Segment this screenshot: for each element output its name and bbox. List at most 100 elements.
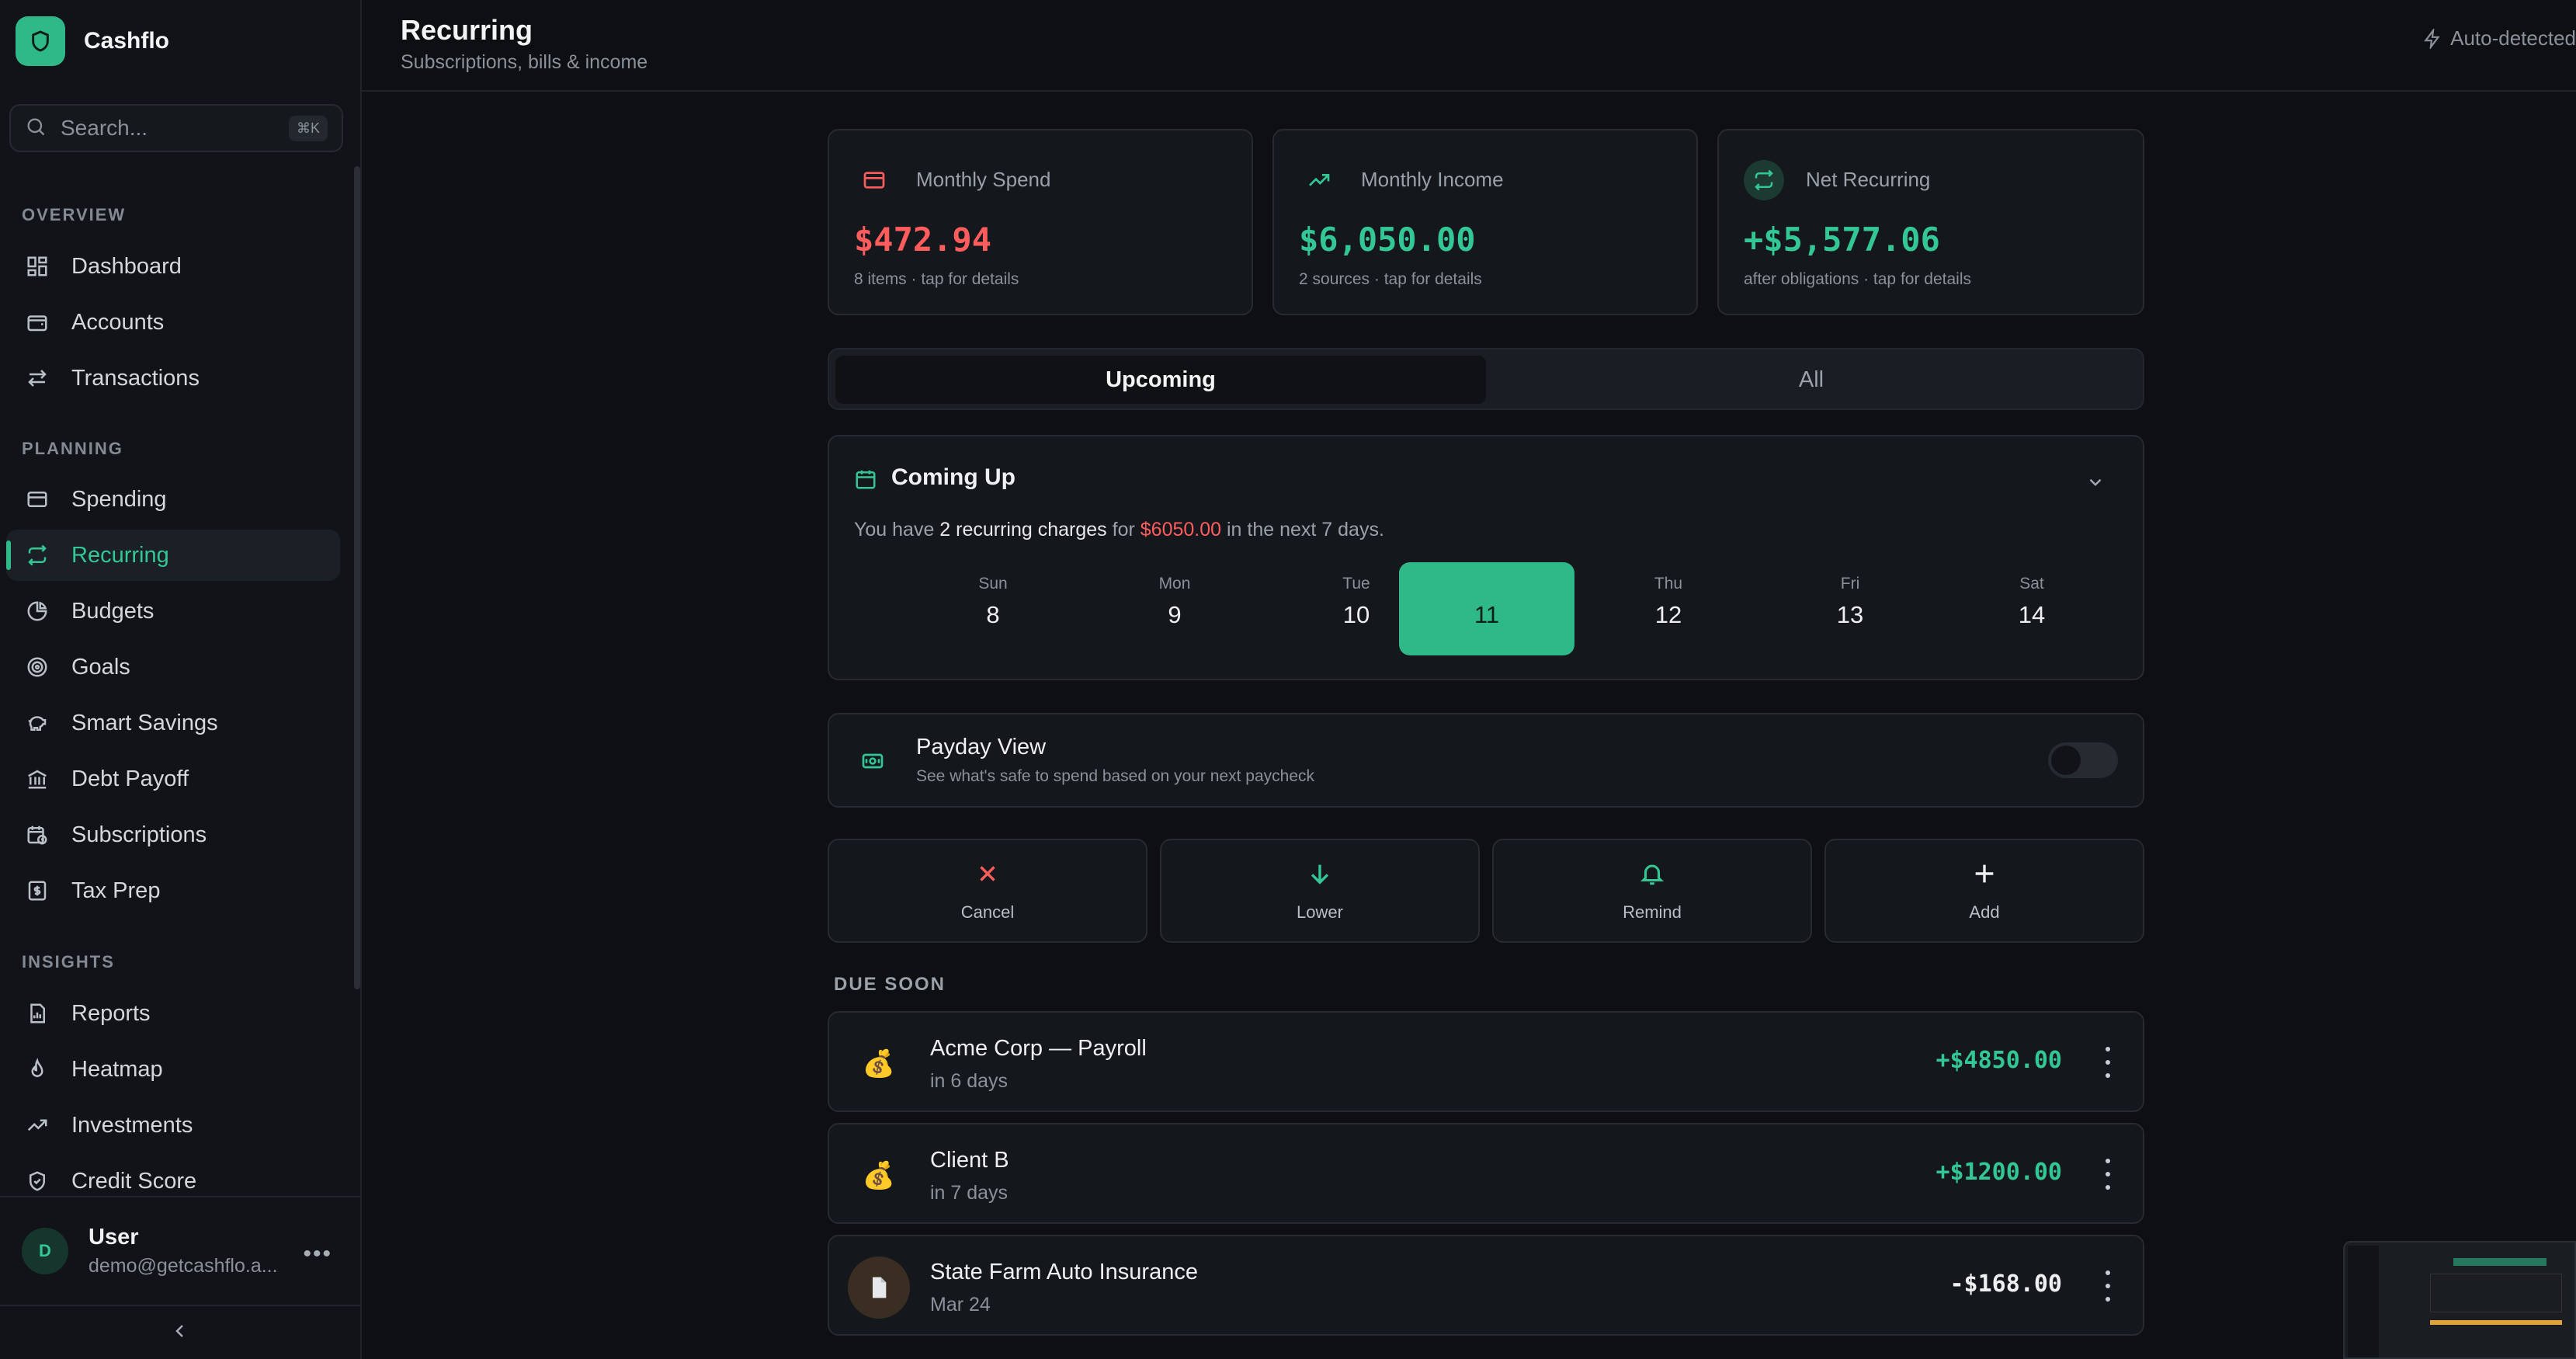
user-name: User	[89, 1225, 139, 1250]
auto-detected-badge[interactable]: Auto-detected	[2422, 26, 2576, 50]
brand[interactable]: Cashflo	[16, 16, 169, 67]
payday-subtitle: See what's safe to spend based on your n…	[916, 767, 1315, 785]
day-mon[interactable]: Mon 9	[1087, 562, 1262, 655]
sidebar-item-recurring[interactable]: Recurring	[6, 530, 340, 581]
calendar-clock-icon	[23, 821, 51, 849]
list-item[interactable]: State Farm Auto Insurance Mar 24 -$168.0…	[828, 1235, 2144, 1336]
sidebar: Cashflo Search... ⌘K OVERVIEW Dashboard …	[0, 0, 362, 1359]
nav-section-insights: INSIGHTS	[22, 952, 115, 971]
shield-check-icon	[23, 1167, 51, 1195]
desc-mid: for	[1106, 519, 1140, 540]
avatar: D	[22, 1228, 68, 1274]
day-thu[interactable]: Thu 12	[1581, 562, 1756, 655]
sidebar-item-budgets[interactable]: Budgets	[6, 586, 340, 637]
banknote-icon	[860, 749, 885, 777]
day-number: 13	[1836, 601, 1864, 628]
item-due: in 7 days	[930, 1182, 1009, 1204]
add-button[interactable]: Add	[1824, 839, 2144, 943]
more-vertical-icon[interactable]	[2104, 1159, 2112, 1190]
sidebar-item-label: Spending	[71, 486, 167, 512]
day-name: Thu	[1654, 575, 1683, 593]
dashboard-icon	[23, 252, 51, 280]
list-item[interactable]: 💰 Acme Corp — Payroll in 6 days +$4850.0…	[828, 1011, 2144, 1112]
tab-upcoming[interactable]: Upcoming	[835, 356, 1486, 404]
sidebar-item-smart-savings[interactable]: Smart Savings	[6, 697, 340, 749]
target-icon	[23, 653, 51, 681]
remind-button[interactable]: Remind	[1492, 839, 1812, 943]
item-title: Acme Corp — Payroll	[930, 1036, 1147, 1061]
sidebar-item-investments[interactable]: Investments	[6, 1100, 340, 1151]
more-horizontal-icon[interactable]: •••	[303, 1241, 332, 1267]
day-sun[interactable]: Sun 8	[905, 562, 1081, 655]
day-number: 14	[2018, 601, 2046, 628]
day-fri[interactable]: Fri 13	[1762, 562, 1938, 655]
day-number: 8	[986, 601, 1000, 628]
day-sat[interactable]: Sat 14	[1944, 562, 2119, 655]
search-placeholder: Search...	[61, 116, 148, 140]
stat-card-net-recurring[interactable]: Net Recurring +$5,577.06 after obligatio…	[1717, 129, 2144, 315]
credit-card-icon	[23, 485, 51, 513]
page-minimap-thumbnail[interactable]	[2343, 1241, 2576, 1359]
bank-icon	[23, 765, 51, 793]
money-bag-icon: 💰	[862, 1049, 896, 1079]
user-email: demo@getcashflo.a...	[89, 1255, 278, 1277]
user-profile[interactable]: D User demo@getcashflo.a... •••	[0, 1196, 360, 1305]
sidebar-item-label: Heatmap	[71, 1056, 163, 1082]
sidebar-item-label: Smart Savings	[71, 710, 218, 735]
day-number: 9	[1168, 601, 1182, 628]
sidebar-item-reports[interactable]: Reports	[6, 988, 340, 1039]
bell-icon	[1494, 860, 1810, 887]
receipt-icon	[23, 877, 51, 905]
chevron-left-icon	[171, 1322, 189, 1344]
shield-logo-icon	[16, 16, 65, 66]
stat-card-monthly-spend[interactable]: Monthly Spend $472.94 8 items · tap for …	[828, 129, 1253, 315]
desc-count: 2 recurring charges	[939, 519, 1107, 540]
day-name: Mon	[1158, 575, 1191, 593]
day-name: Wed	[1470, 575, 1504, 593]
cancel-button[interactable]: Cancel	[828, 839, 1147, 943]
lower-button[interactable]: Lower	[1160, 839, 1480, 943]
sidebar-item-goals[interactable]: Goals	[6, 641, 340, 693]
more-vertical-icon[interactable]	[2104, 1270, 2112, 1302]
list-item[interactable]: 💰 Client B in 7 days +$1200.00	[828, 1123, 2144, 1224]
sidebar-item-heatmap[interactable]: Heatmap	[6, 1044, 340, 1095]
coming-up-panel: Coming Up You have 2 recurring charges f…	[828, 435, 2144, 680]
item-amount: -$168.00	[1949, 1270, 2063, 1298]
sidebar-item-label: Investments	[71, 1112, 193, 1138]
sidebar-item-dashboard[interactable]: Dashboard	[6, 241, 340, 292]
payday-view-panel: Payday View See what's safe to spend bas…	[828, 713, 2144, 808]
stat-card-monthly-income[interactable]: Monthly Income $6,050.00 2 sources · tap…	[1272, 129, 1698, 315]
sidebar-item-spending[interactable]: Spending	[6, 474, 340, 525]
item-amount: +$4850.00	[1935, 1047, 2062, 1074]
sidebar-item-transactions[interactable]: Transactions	[6, 353, 340, 404]
item-due: Mar 24	[930, 1294, 991, 1316]
wallet-icon	[23, 308, 51, 336]
credit-card-icon	[854, 160, 894, 200]
day-wed[interactable]: Wed 11	[1399, 562, 1574, 655]
due-soon-heading: DUE SOON	[834, 974, 946, 995]
chevron-down-icon[interactable]	[2085, 472, 2106, 496]
payday-toggle[interactable]	[2048, 742, 2118, 778]
sidebar-item-debt-payoff[interactable]: Debt Payoff	[6, 753, 340, 805]
coming-up-title: Coming Up	[891, 464, 1015, 490]
collapse-sidebar-button[interactable]	[0, 1305, 360, 1359]
sidebar-item-label: Tax Prep	[71, 878, 161, 903]
tab-all[interactable]: All	[1486, 356, 2137, 404]
stat-value: $6,050.00	[1299, 221, 1476, 259]
sidebar-scrollbar[interactable]	[354, 166, 360, 989]
trending-up-icon	[23, 1111, 51, 1139]
desc-suffix: in the next 7 days.	[1221, 519, 1384, 540]
stat-value: $472.94	[854, 221, 992, 259]
calendar-icon	[854, 467, 877, 495]
stat-label: Monthly Income	[1361, 168, 1504, 191]
sidebar-item-subscriptions[interactable]: Subscriptions	[6, 809, 340, 860]
search-input[interactable]: Search... ⌘K	[9, 104, 343, 152]
sidebar-item-accounts[interactable]: Accounts	[6, 297, 340, 348]
repeat-icon	[1744, 160, 1784, 200]
more-vertical-icon[interactable]	[2104, 1047, 2112, 1078]
sidebar-item-tax-prep[interactable]: Tax Prep	[6, 865, 340, 916]
sidebar-item-label: Budgets	[71, 598, 154, 624]
page-title: Recurring	[401, 14, 533, 46]
page-subtitle: Subscriptions, bills & income	[401, 51, 648, 73]
stat-label: Monthly Spend	[916, 168, 1051, 191]
